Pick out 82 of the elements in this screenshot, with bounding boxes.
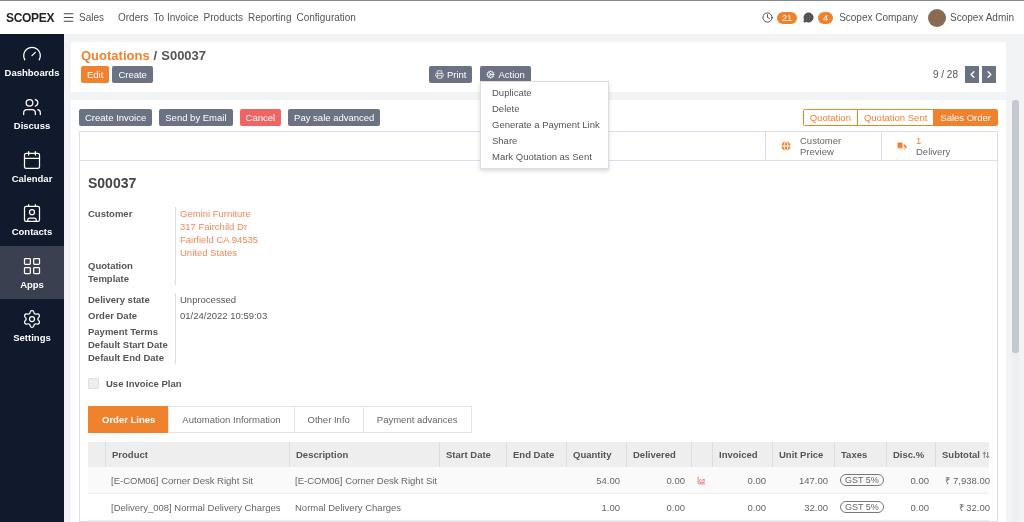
previous-button[interactable] [965, 66, 979, 83]
scrollbar[interactable] [1012, 100, 1019, 522]
grid-icon [22, 255, 42, 276]
checkbox-label: Use Invoice Plan [106, 378, 182, 389]
count-badge: 21 [777, 11, 798, 24]
table-cell-text: 0.00 [665, 473, 686, 488]
sidebar-item[interactable]: Settings [0, 299, 64, 352]
field-value: Unprocessed [180, 293, 237, 306]
table-cell-text: 54.00 [595, 473, 621, 488]
menu-item[interactable]: Configuration [296, 12, 356, 23]
clock-icon [762, 12, 774, 23]
logo: SCOPEX [6, 10, 56, 25]
menu-item[interactable]: Delete [481, 101, 608, 117]
menu-item[interactable]: To Invoice [153, 12, 199, 23]
table-cell-text: 147.00 [797, 473, 829, 488]
sort-icon [982, 450, 990, 459]
table-cell-text: 32.00 [803, 500, 829, 515]
sidebar-item[interactable]: Discuss [0, 87, 64, 140]
globe-icon [780, 140, 792, 152]
record-title: S00037 [88, 175, 138, 191]
menu-icon[interactable] [62, 11, 75, 24]
table-cell-text: Normal Delivery Charges [294, 500, 403, 515]
menu-item[interactable]: Duplicate [481, 85, 608, 101]
table-cell-text: 0.00 [909, 500, 930, 515]
field-value: 01/24/2022 10:59:03 [180, 309, 269, 322]
field-label: Default Start Date [88, 338, 176, 351]
chat-icon [803, 12, 815, 23]
menu-item[interactable]: Generate a Payment Link [481, 117, 608, 133]
smart-button[interactable]: 1 Delivery [881, 132, 997, 160]
people-icon [22, 96, 42, 117]
table-cell-text: 0.00 [665, 500, 686, 515]
table-cell-text: [E-COM06] Corner Desk Right Sit [294, 473, 438, 488]
avatar [928, 8, 947, 27]
menu-item[interactable]: Products [203, 12, 244, 23]
field-label: Delivery state [88, 293, 176, 309]
contact-card-icon [22, 202, 42, 223]
user-menu[interactable]: Scopex Admin [950, 12, 1014, 23]
smart-button[interactable]: Customer Preview [765, 132, 881, 160]
settings-icon [22, 308, 42, 329]
calendar-icon [22, 149, 42, 170]
tab[interactable]: Automation Information [168, 406, 295, 433]
breadcrumb-separator: / [153, 48, 158, 63]
app-name: Sales [79, 12, 104, 23]
field-label: Order Date [88, 309, 176, 325]
table-cell-text: [Delivery_008] Normal Delivery Charges [110, 500, 282, 515]
header-button[interactable]: Create Invoice [79, 108, 153, 126]
table-cell-text: 1.00 [600, 500, 621, 515]
tab[interactable]: Other Info [293, 406, 364, 433]
checkbox[interactable] [88, 378, 99, 389]
tab[interactable]: Payment advances [362, 406, 472, 433]
sidebar-item[interactable]: Contacts [0, 193, 64, 246]
chart-icon [697, 474, 706, 486]
table-row[interactable]: [E-COM06] Corner Desk Right Sit [E-COM06] Corner Desk Right Sit 54.00 0.00 0.00 147.00 GST 5% 0.00 ₹ 7,938.00 [88, 467, 989, 494]
gear-icon [486, 70, 496, 79]
header-button[interactable]: Pay sale advanced [288, 108, 381, 126]
company-switcher[interactable]: Scopex Company [839, 12, 919, 23]
sidebar-item[interactable]: Calendar [0, 140, 64, 193]
table-cell-text: 0.00 [746, 473, 767, 488]
table-cell-text: ₹ 32.00 [957, 500, 991, 515]
table-cell-text: 0.00 [746, 500, 767, 515]
field-label: Payment Terms [88, 325, 176, 338]
table-cell-text: 0.00 [909, 473, 930, 488]
table-cell-text: [E-COM06] Corner Desk Right Sit [110, 473, 254, 488]
count-badge: 4 [818, 11, 834, 24]
record-name: S00037 [161, 48, 207, 63]
truck-icon [896, 140, 908, 152]
menu-item[interactable]: Mark Quotation as Sent [481, 149, 608, 165]
header-button[interactable]: Send by Email [159, 108, 233, 126]
table-cell-text: ₹ 7,938.00 [944, 473, 991, 488]
field-label: Quotation Template [88, 259, 176, 285]
toolbar-button[interactable]: Create [112, 66, 153, 83]
next-button[interactable] [982, 66, 996, 83]
sidebar-item[interactable]: Apps [0, 246, 64, 299]
printer-icon [434, 70, 444, 79]
sidebar-item[interactable]: Dashboards [0, 34, 64, 87]
field-label: Default End Date [88, 351, 176, 364]
pager-text: 9 / 28 [932, 69, 958, 80]
print-button[interactable]: Print [428, 66, 473, 83]
menu-item[interactable]: Reporting [248, 12, 292, 23]
menu-item[interactable]: Orders [118, 12, 149, 23]
field-label: Customer [88, 207, 176, 259]
menu-item[interactable]: Share [481, 133, 608, 149]
